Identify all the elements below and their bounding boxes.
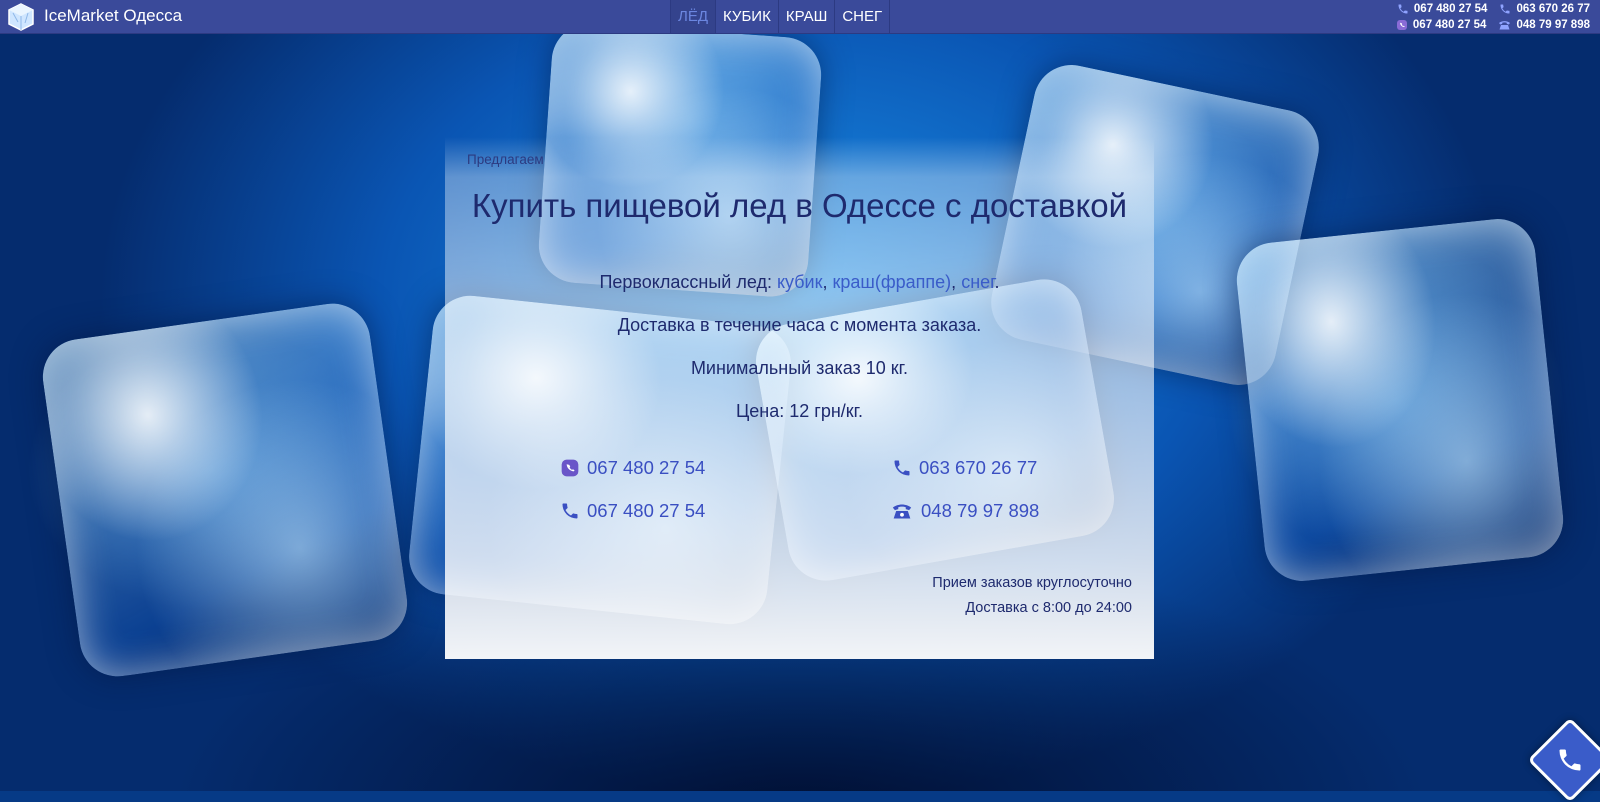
offer-line: Первоклассный лед: кубик, краш(фраппе), … (445, 272, 1154, 293)
phone-mobile-2[interactable]: 063 670 26 77 (892, 457, 1037, 479)
header-phones: 067 480 27 54 063 670 26 77 067 480 27 5… (1384, 1, 1590, 33)
offer-separator: , (822, 272, 833, 292)
viber-icon (1396, 20, 1407, 30)
intro-text: Предлагаем (467, 152, 544, 167)
delivery-text: Доставка в течение часа с момента заказа… (617, 315, 982, 335)
phone-number: 067 480 27 54 (587, 457, 706, 478)
phone-viber[interactable]: 067 480 27 54 (560, 457, 705, 479)
header-phone-number: 063 670 26 77 (1516, 3, 1590, 15)
offer-separator: , (951, 272, 962, 292)
phone-icon (562, 503, 578, 519)
header-phone-1[interactable]: 067 480 27 54 (1397, 3, 1488, 15)
offer-end: . (994, 272, 1000, 292)
min-order-text: Минимальный заказ 10 кг. (690, 358, 909, 378)
ice-cube-image (1233, 215, 1567, 585)
offer-link-krash[interactable]: краш(фраппе) (833, 272, 952, 292)
nav-item-sneg[interactable]: СНЕГ (834, 0, 891, 33)
phone-number: 048 79 97 898 (921, 500, 1040, 521)
phone-icon (894, 460, 910, 476)
phone-icon (1500, 4, 1510, 14)
header-phone-number: 048 79 97 898 (1516, 19, 1590, 31)
nav-item-kubik[interactable]: КУБИК (715, 0, 778, 33)
phone-icon (1559, 749, 1581, 771)
price-text: Цена: 12 грн/кг. (735, 401, 864, 421)
main-nav: ЛЁД КУБИК КРАШ СНЕГ (670, 0, 891, 33)
landline-phone-icon (1499, 21, 1511, 30)
hero-panel: Предлагаем Купить пищевой лед в Одессе с… (445, 137, 1154, 659)
viber-icon (561, 459, 579, 477)
header-phone-number: 067 480 27 54 (1413, 3, 1488, 15)
header-phone-3[interactable]: 067 480 27 54 (1396, 19, 1487, 31)
orders-hours: Прием заказов круглосуточно (932, 575, 1132, 591)
offer-link-kubik[interactable]: кубик (777, 272, 823, 292)
ice-cube-image (37, 298, 413, 682)
header-phone-number: 067 480 27 54 (1412, 19, 1487, 31)
nav-item-krash[interactable]: КРАШ (777, 0, 835, 33)
phone-mobile-1[interactable]: 067 480 27 54 (560, 500, 705, 522)
brand-name[interactable]: IceMarket Одесса (44, 6, 182, 26)
phone-icon (1398, 4, 1408, 14)
delivery-hours: Доставка с 8:00 до 24:00 (965, 600, 1132, 616)
header-phone-2[interactable]: 063 670 26 77 (1499, 3, 1590, 15)
header-phone-4[interactable]: 048 79 97 898 (1498, 19, 1590, 31)
phone-number: 067 480 27 54 (587, 500, 706, 521)
offer-link-sneg[interactable]: снег (961, 272, 994, 292)
phone-landline[interactable]: 048 79 97 898 (890, 500, 1039, 522)
phone-number: 063 670 26 77 (919, 457, 1038, 478)
landline-phone-icon (892, 504, 912, 519)
top-navigation-bar: IceMarket Одесса ЛЁД КУБИК КРАШ СНЕГ 067… (0, 0, 1600, 34)
nav-item-led[interactable]: ЛЁД (670, 0, 716, 33)
offer-prefix: Первоклассный лед: (599, 272, 777, 292)
ice-cube-logo-icon[interactable] (6, 2, 36, 32)
page-title: Купить пищевой лед в Одессе с доставкой (471, 187, 1128, 224)
